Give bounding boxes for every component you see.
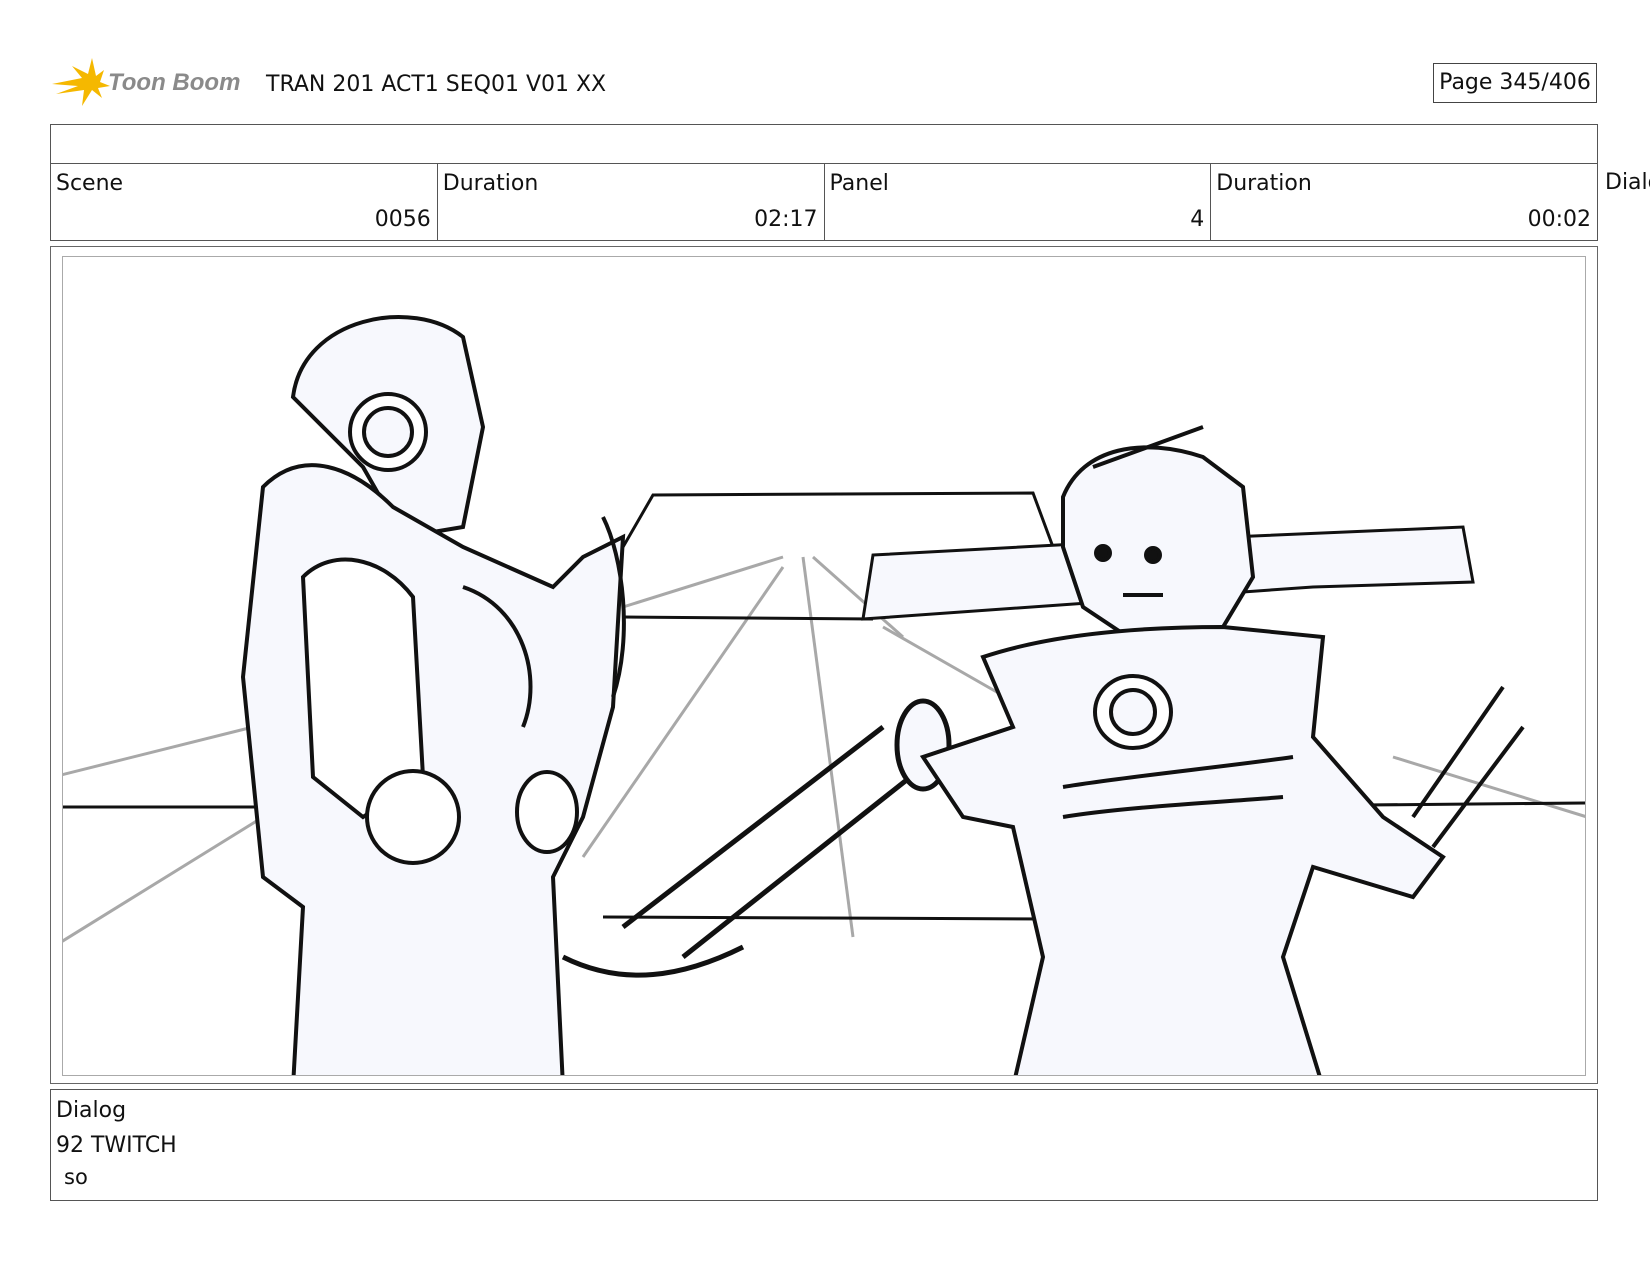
panel-cell: Panel 4 xyxy=(825,164,1212,240)
right-robot-figure xyxy=(919,425,1525,1075)
scene-duration-cell: Duration 02:17 xyxy=(438,164,825,240)
sword-sketch xyxy=(561,698,952,978)
dialog-label: Dialog xyxy=(56,1098,127,1123)
panel-duration-value: 00:02 xyxy=(1527,207,1591,232)
starburst-logo-icon: Toon Boom xyxy=(52,58,240,106)
panel-label: Panel xyxy=(829,171,889,196)
scene-cell: Scene 0056 xyxy=(51,164,438,240)
left-robot-figure xyxy=(240,315,626,1075)
scene-duration-label: Duration xyxy=(442,171,539,196)
scene-label: Scene xyxy=(56,171,124,196)
panel-value: 4 xyxy=(1190,207,1205,232)
toon-boom-logo: Toon Boom xyxy=(52,56,252,108)
header-blank-row xyxy=(50,124,1598,164)
dialog-box: Dialog 92 TWITCH so xyxy=(50,1089,1598,1201)
dialog-line: so xyxy=(64,1165,88,1189)
scene-value: 0056 xyxy=(374,207,431,232)
panel-duration-label: Duration xyxy=(1216,171,1312,196)
logo-text: Toon Boom xyxy=(108,69,240,96)
storyboard-sketch-icon xyxy=(63,315,1585,1075)
dialog-character: 92 TWITCH xyxy=(56,1133,177,1158)
storyboard-panel-image xyxy=(62,256,1586,1076)
panel-duration-cell: Duration 00:02 xyxy=(1211,164,1597,240)
scene-info-row: Scene 0056 Duration 02:17 Panel 4 Durati… xyxy=(50,163,1598,241)
page-counter: Page 345/406 xyxy=(1433,63,1597,103)
scene-duration-value: 02:17 xyxy=(754,207,818,232)
document-title: TRAN 201 ACT1 SEQ01 V01 XX xyxy=(266,72,607,97)
dialog-column-label-clipped: Dialo xyxy=(1605,170,1650,195)
